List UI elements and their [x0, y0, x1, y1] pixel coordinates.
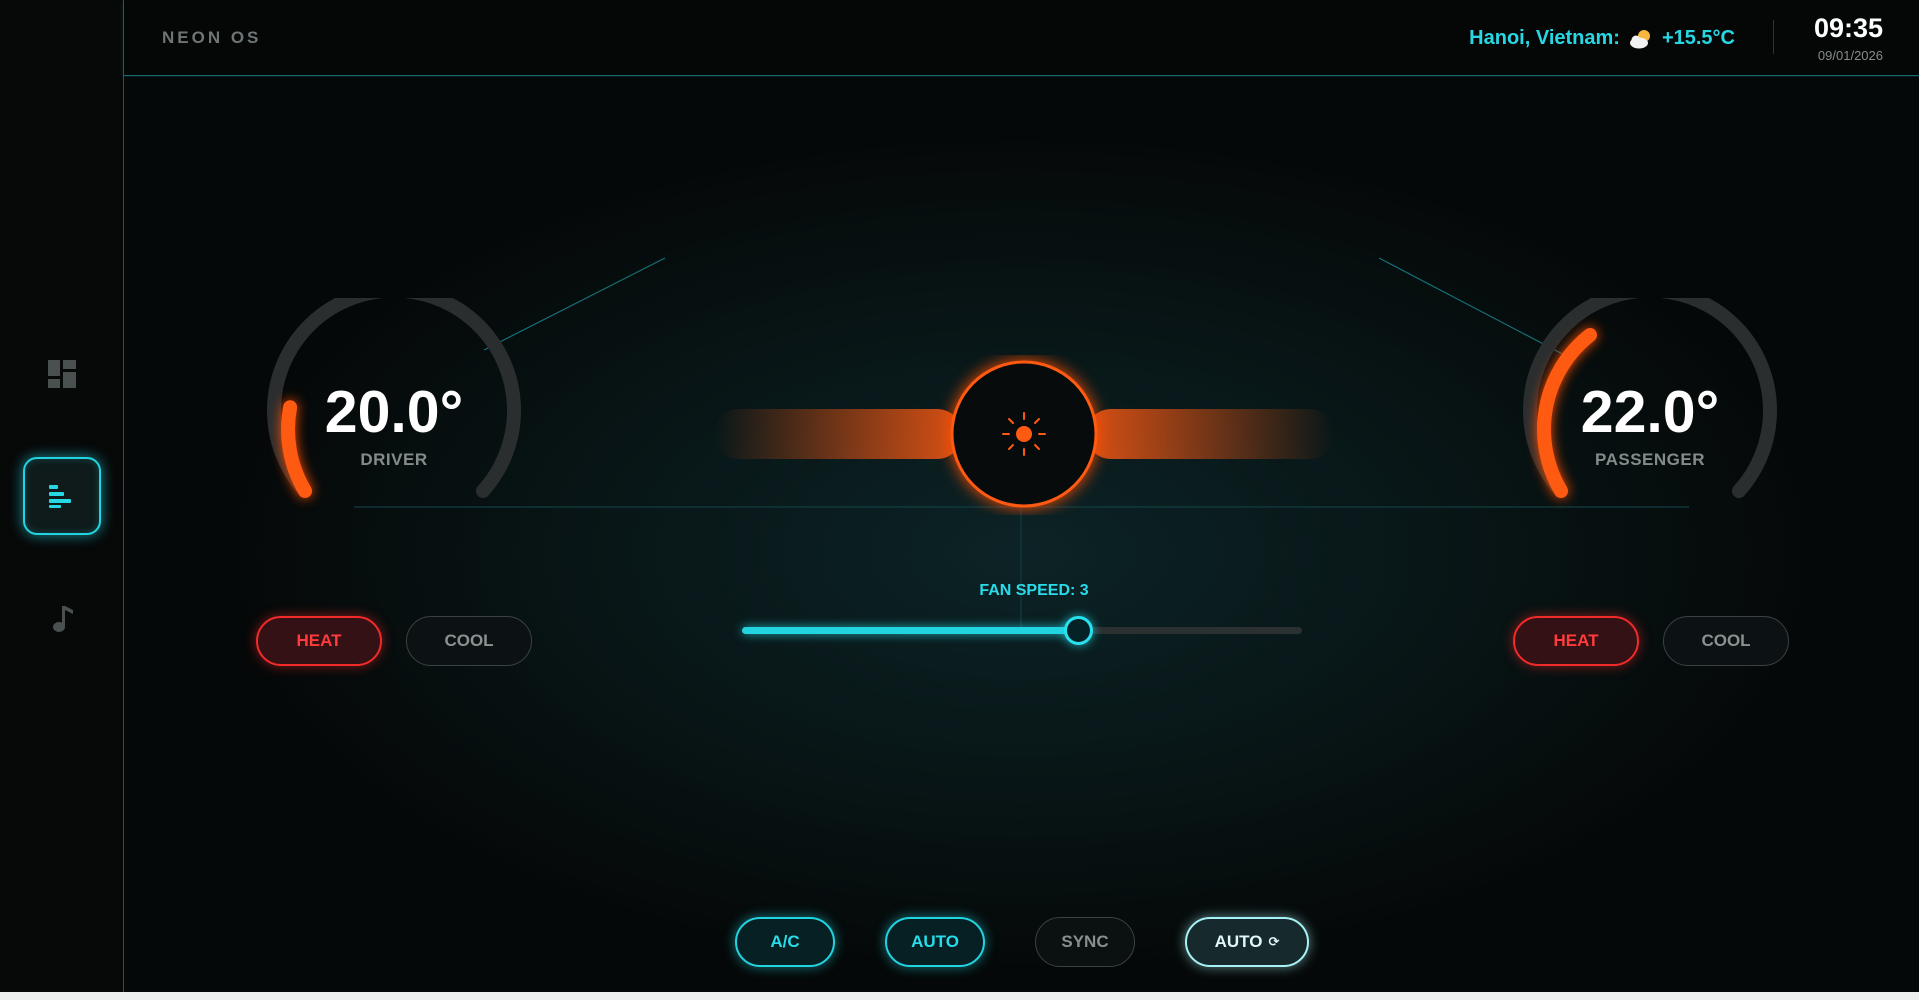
passenger-temperature-gauge[interactable]: 22.0° PASSENGER — [1520, 298, 1780, 538]
auto-recirculation-button[interactable]: AUTO ⟳ — [1185, 917, 1309, 967]
fan-speed-fill — [742, 627, 1078, 634]
header-divider — [1773, 20, 1774, 54]
sync-button[interactable]: SYNC — [1035, 917, 1135, 967]
sidebar-item-climate[interactable] — [23, 457, 101, 535]
driver-heat-button[interactable]: HEAT — [256, 616, 382, 666]
clock-date: 09/01/2026 — [1817, 48, 1883, 63]
auto-recirculation-label: AUTO — [1214, 932, 1263, 951]
dashboard-icon — [48, 360, 76, 388]
clock: 09:35 09/01/2026 — [1814, 12, 1883, 63]
fan-speed-slider[interactable] — [742, 616, 1302, 645]
climate-bars-icon — [49, 485, 71, 508]
airflow-indicator — [714, 360, 1334, 508]
driver-temperature-gauge[interactable]: 20.0° DRIVER — [264, 298, 524, 538]
app-window: NEON OS Hanoi, Vietnam: +15.5°C 09:35 09… — [0, 0, 1919, 992]
passenger-heat-button[interactable]: HEAT — [1513, 616, 1639, 666]
driver-label: DRIVER — [360, 450, 428, 469]
music-note-icon — [53, 606, 73, 632]
clock-time: 09:35 — [1813, 13, 1883, 43]
partly-cloudy-icon — [1629, 29, 1650, 48]
passenger-temp-value: 22.0° — [1580, 379, 1720, 445]
driver-cool-button[interactable]: COOL — [406, 616, 532, 666]
sidebar — [0, 0, 124, 992]
fan-speed-thumb[interactable] — [1064, 616, 1093, 645]
brand-title: NEON OS — [162, 28, 262, 47]
weather-location: Hanoi, Vietnam: — [1469, 27, 1620, 49]
sun-icon — [1002, 412, 1046, 456]
fan-speed-label: FAN SPEED: 3 — [979, 582, 1089, 599]
weather-widget: Hanoi, Vietnam: +15.5°C — [1469, 27, 1735, 50]
auto-button[interactable]: AUTO — [885, 917, 985, 967]
passenger-label: PASSENGER — [1595, 450, 1705, 469]
sidebar-item-music[interactable] — [23, 580, 101, 658]
weather-temperature: +15.5°C — [1661, 27, 1735, 49]
climate-panel: 20.0° DRIVER 22.0° PASSENGER HEAT COOL H… — [124, 77, 1919, 992]
top-bar: NEON OS Hanoi, Vietnam: +15.5°C 09:35 09… — [124, 0, 1919, 76]
passenger-cool-button[interactable]: COOL — [1663, 616, 1789, 666]
ac-button[interactable]: A/C — [735, 917, 835, 967]
driver-temp-value: 20.0° — [324, 379, 464, 445]
sidebar-item-dashboard[interactable] — [23, 335, 101, 413]
recirculation-icon: ⟳ — [1268, 934, 1280, 949]
